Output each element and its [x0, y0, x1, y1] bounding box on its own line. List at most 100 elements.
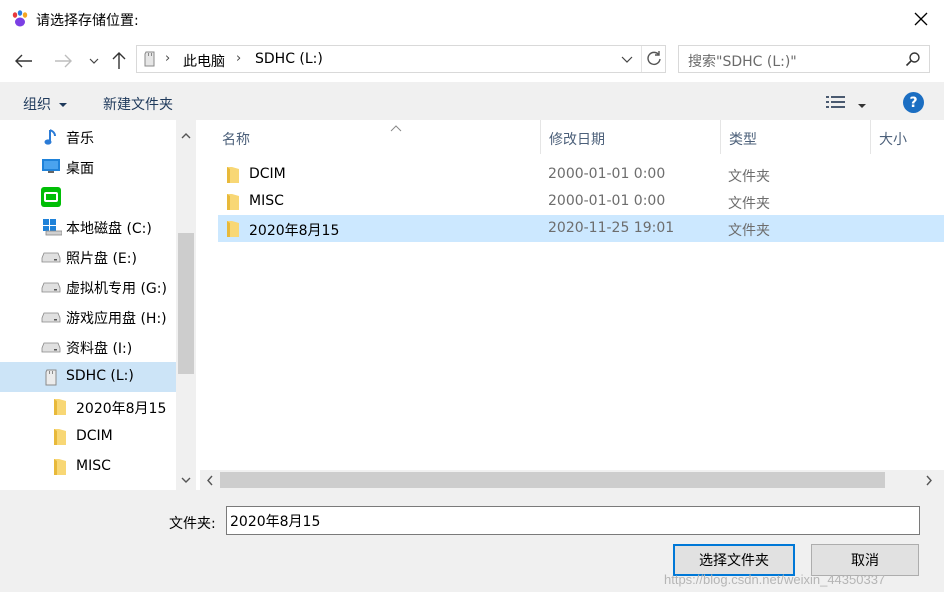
drive-icon: [41, 251, 61, 267]
search-icon[interactable]: [905, 51, 921, 71]
file-type: 文件夹: [728, 169, 770, 185]
new-folder-button[interactable]: 新建文件夹: [103, 94, 173, 114]
organize-dropdown-icon: [59, 103, 68, 107]
recent-locations-chevron-icon[interactable]: [83, 50, 105, 72]
nav-item-local-disk-c[interactable]: 本地磁盘 (C:): [0, 212, 176, 242]
nav-item-sdhc-l[interactable]: SDHC (L:): [0, 362, 176, 392]
breadcrumb-chevron-icon[interactable]: ›: [236, 51, 241, 66]
watermark-text: https://blog.csdn.net/weixin_44350337: [664, 572, 886, 587]
folder-name-input[interactable]: [226, 506, 920, 535]
drive-icon: [41, 311, 61, 327]
nav-item-folder-2020-8-15[interactable]: 2020年8月15: [0, 392, 176, 422]
column-header-label: 名称: [222, 132, 250, 148]
nav-item-label: 游戏应用盘 (H:): [66, 311, 167, 327]
folder-icon: [53, 428, 67, 450]
nav-item-label: DCIM: [76, 428, 113, 444]
breadcrumb-chevron-icon[interactable]: ›: [165, 51, 170, 66]
scroll-left-chevron-icon[interactable]: [206, 474, 213, 490]
file-date: 2020-11-25 19:01: [548, 220, 675, 236]
scroll-right-chevron-icon[interactable]: [926, 474, 933, 490]
nav-item-game-drive-h[interactable]: 游戏应用盘 (H:): [0, 302, 176, 332]
sd-card-icon: [44, 369, 58, 390]
nav-item-label: 虚拟机专用 (G:): [66, 281, 167, 297]
file-name: 2020年8月15: [249, 223, 340, 239]
folder-icon: [53, 398, 67, 420]
file-date: 2000-01-01 0:00: [548, 166, 666, 182]
dialog-title: 请选择存储位置:: [36, 13, 139, 29]
refresh-icon[interactable]: [645, 50, 663, 72]
scroll-up-chevron-icon[interactable]: [181, 127, 191, 143]
file-row-misc[interactable]: MISC 2000-01-01 0:00 文件夹: [218, 188, 944, 215]
music-note-icon: [44, 128, 58, 150]
windows-drive-icon: [42, 218, 63, 240]
nav-item-folder-dcim[interactable]: DCIM: [0, 422, 176, 452]
file-name: DCIM: [249, 166, 286, 182]
folder-icon: [226, 166, 240, 188]
iqiyi-app-icon: [41, 187, 61, 211]
column-header-label: 类型: [729, 132, 757, 148]
nav-item-label: SDHC (L:): [66, 368, 134, 384]
nav-item-iqiyi[interactable]: [0, 182, 176, 212]
close-icon[interactable]: [908, 6, 934, 32]
nav-item-music[interactable]: 音乐: [0, 122, 176, 152]
drive-icon: [41, 341, 61, 357]
folder-icon: [226, 193, 240, 215]
file-type: 文件夹: [728, 196, 770, 212]
up-arrow-icon[interactable]: [108, 50, 130, 72]
column-header-type[interactable]: 类型: [721, 120, 871, 154]
nav-item-photo-drive-e[interactable]: 照片盘 (E:): [0, 242, 176, 272]
organize-label: 组织: [23, 97, 51, 113]
search-input[interactable]: 搜索"SDHC (L:)": [688, 51, 797, 71]
file-row-dcim[interactable]: DCIM 2000-01-01 0:00 文件夹: [218, 161, 944, 188]
organize-menu-button[interactable]: 组织: [23, 94, 68, 114]
column-header-size[interactable]: 大小: [871, 120, 944, 154]
nav-item-label: 2020年8月15: [76, 401, 167, 417]
folder-icon: [53, 458, 67, 480]
nav-item-label: 资料盘 (I:): [66, 341, 133, 357]
nav-item-data-drive-i[interactable]: 资料盘 (I:): [0, 332, 176, 362]
scroll-down-chevron-icon[interactable]: [181, 472, 191, 488]
breadcrumb-sdhc[interactable]: SDHC (L:): [255, 51, 323, 67]
drive-icon: [41, 281, 61, 297]
nav-item-label: 照片盘 (E:): [66, 251, 137, 267]
file-name: MISC: [249, 193, 284, 209]
forward-arrow-icon[interactable]: [52, 50, 74, 72]
file-list-pane: 名称 修改日期 类型 大小 DCIM 2000-01-01 0:00 文件夹 M…: [196, 120, 944, 490]
file-list-horizontal-scrollbar[interactable]: [200, 470, 944, 490]
address-bar[interactable]: › 此电脑 › SDHC (L:): [136, 45, 666, 73]
paw-app-icon: [10, 9, 30, 29]
nav-item-desktop[interactable]: 桌面: [0, 152, 176, 182]
nav-item-label: 桌面: [66, 161, 94, 177]
folder-field-label: 文件夹:: [169, 516, 216, 532]
column-header-label: 大小: [879, 132, 907, 148]
address-dropdown-icon[interactable]: [621, 51, 633, 71]
nav-item-label: 本地磁盘 (C:): [66, 221, 152, 237]
desktop-icon: [42, 158, 60, 178]
nav-item-vm-drive-g[interactable]: 虚拟机专用 (G:): [0, 272, 176, 302]
nav-item-folder-misc[interactable]: MISC: [0, 452, 176, 482]
sort-ascending-icon: [390, 120, 402, 136]
column-header-label: 修改日期: [549, 132, 605, 148]
column-header-name[interactable]: 名称: [214, 120, 541, 154]
file-type: 文件夹: [728, 223, 770, 239]
details-view-icon[interactable]: [826, 95, 846, 113]
help-icon[interactable]: ?: [903, 92, 924, 113]
breadcrumb-this-pc[interactable]: 此电脑: [183, 51, 225, 71]
view-options-dropdown-icon[interactable]: [858, 97, 866, 113]
scrollbar-thumb[interactable]: [178, 233, 194, 374]
folder-picker-dialog: 请选择存储位置: › 此电脑 › SDHC (L:) 搜索"SDHC (L:)"…: [0, 0, 944, 592]
title-bar: 请选择存储位置:: [0, 0, 944, 38]
column-header-date-modified[interactable]: 修改日期: [541, 120, 721, 154]
sd-card-icon: [143, 51, 157, 71]
file-row-2020-8-15[interactable]: 2020年8月15 2020-11-25 19:01 文件夹: [218, 215, 944, 242]
address-divider: [641, 46, 642, 72]
folder-icon: [226, 220, 240, 242]
nav-item-label: 音乐: [66, 131, 94, 147]
navigation-scrollbar[interactable]: [176, 120, 196, 490]
file-date: 2000-01-01 0:00: [548, 193, 666, 209]
navigation-pane: 音乐 桌面 本地磁盘 (C:) 照片盘 (E:) 虚拟机专用 (G:) 游戏应用…: [0, 120, 196, 490]
search-box[interactable]: 搜索"SDHC (L:)": [678, 45, 930, 73]
back-arrow-icon[interactable]: [13, 50, 35, 72]
scrollbar-thumb[interactable]: [220, 472, 885, 488]
command-bar: 组织 新建文件夹 ?: [0, 82, 944, 120]
